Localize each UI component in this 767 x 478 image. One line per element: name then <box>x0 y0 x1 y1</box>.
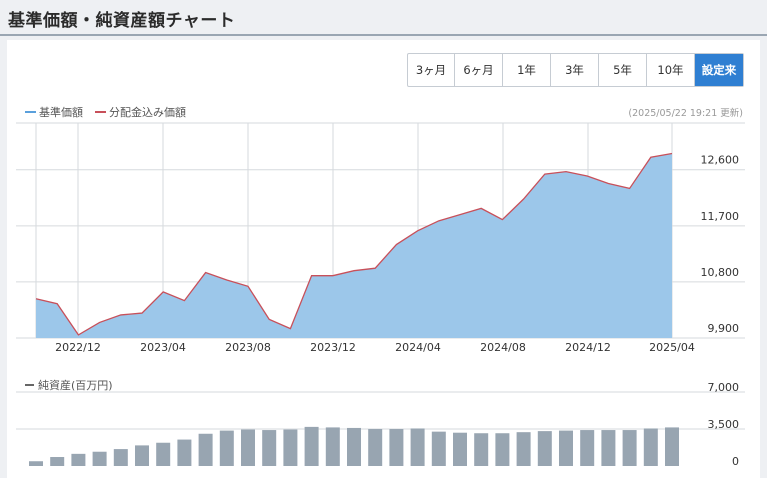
x-tick-label: 2023/08 <box>225 341 271 354</box>
net-asset-bar <box>262 430 277 466</box>
bar-y-tick-label: 0 <box>732 455 739 468</box>
net-asset-bar <box>537 431 552 466</box>
net-asset-bar <box>368 429 383 466</box>
x-tick-label: 2024/04 <box>395 341 441 354</box>
chart-svg: 9,900 10,800 11,700 12,600 2022/12 2023/04 202… <box>16 122 745 468</box>
net-asset-bar <box>29 461 43 466</box>
y-tick-label: 11,700 <box>701 210 740 223</box>
net-asset-bar <box>113 449 128 466</box>
net-asset-bar <box>495 433 510 466</box>
bar-y-tick-label: 3,500 <box>708 418 740 431</box>
net-asset-bar <box>156 442 171 466</box>
net-asset-bar <box>219 430 234 466</box>
net-asset-bar <box>580 430 595 466</box>
net-asset-bar <box>665 427 679 466</box>
net-asset-bar <box>389 429 404 466</box>
nav-area-series <box>36 153 672 338</box>
x-tick-label: 2024/12 <box>565 341 611 354</box>
net-asset-bar <box>198 433 213 466</box>
net-asset-bar <box>325 427 340 466</box>
x-tick-label: 2022/12 <box>55 341 101 354</box>
y-tick-label: 12,600 <box>701 154 740 167</box>
net-asset-bar <box>50 457 65 466</box>
x-tick-label: 2025/04 <box>649 341 695 354</box>
net-asset-bar <box>283 429 298 466</box>
net-asset-bar <box>516 432 531 466</box>
y-tick-label: 10,800 <box>701 266 740 279</box>
net-asset-bar <box>453 432 467 466</box>
net-asset-bar <box>241 429 255 466</box>
bar-y-tick-label: 7,000 <box>708 381 740 394</box>
net-asset-bar <box>431 431 446 466</box>
net-asset-bar <box>71 453 86 466</box>
x-tick-label: 2023/12 <box>310 341 356 354</box>
x-tick-label: 2024/08 <box>480 341 526 354</box>
net-asset-bar <box>135 445 149 466</box>
net-asset-bar <box>559 430 573 466</box>
net-asset-bar <box>410 428 425 466</box>
net-asset-bar <box>177 439 192 466</box>
net-asset-bar <box>601 430 616 466</box>
net-asset-bar <box>474 433 489 466</box>
net-asset-bar <box>643 428 658 466</box>
net-asset-bar <box>622 430 637 466</box>
net-asset-bar <box>347 427 361 466</box>
x-tick-label: 2023/04 <box>140 341 186 354</box>
y-tick-label: 9,900 <box>708 322 740 335</box>
net-asset-bar <box>304 426 319 466</box>
net-asset-bar <box>92 451 107 466</box>
